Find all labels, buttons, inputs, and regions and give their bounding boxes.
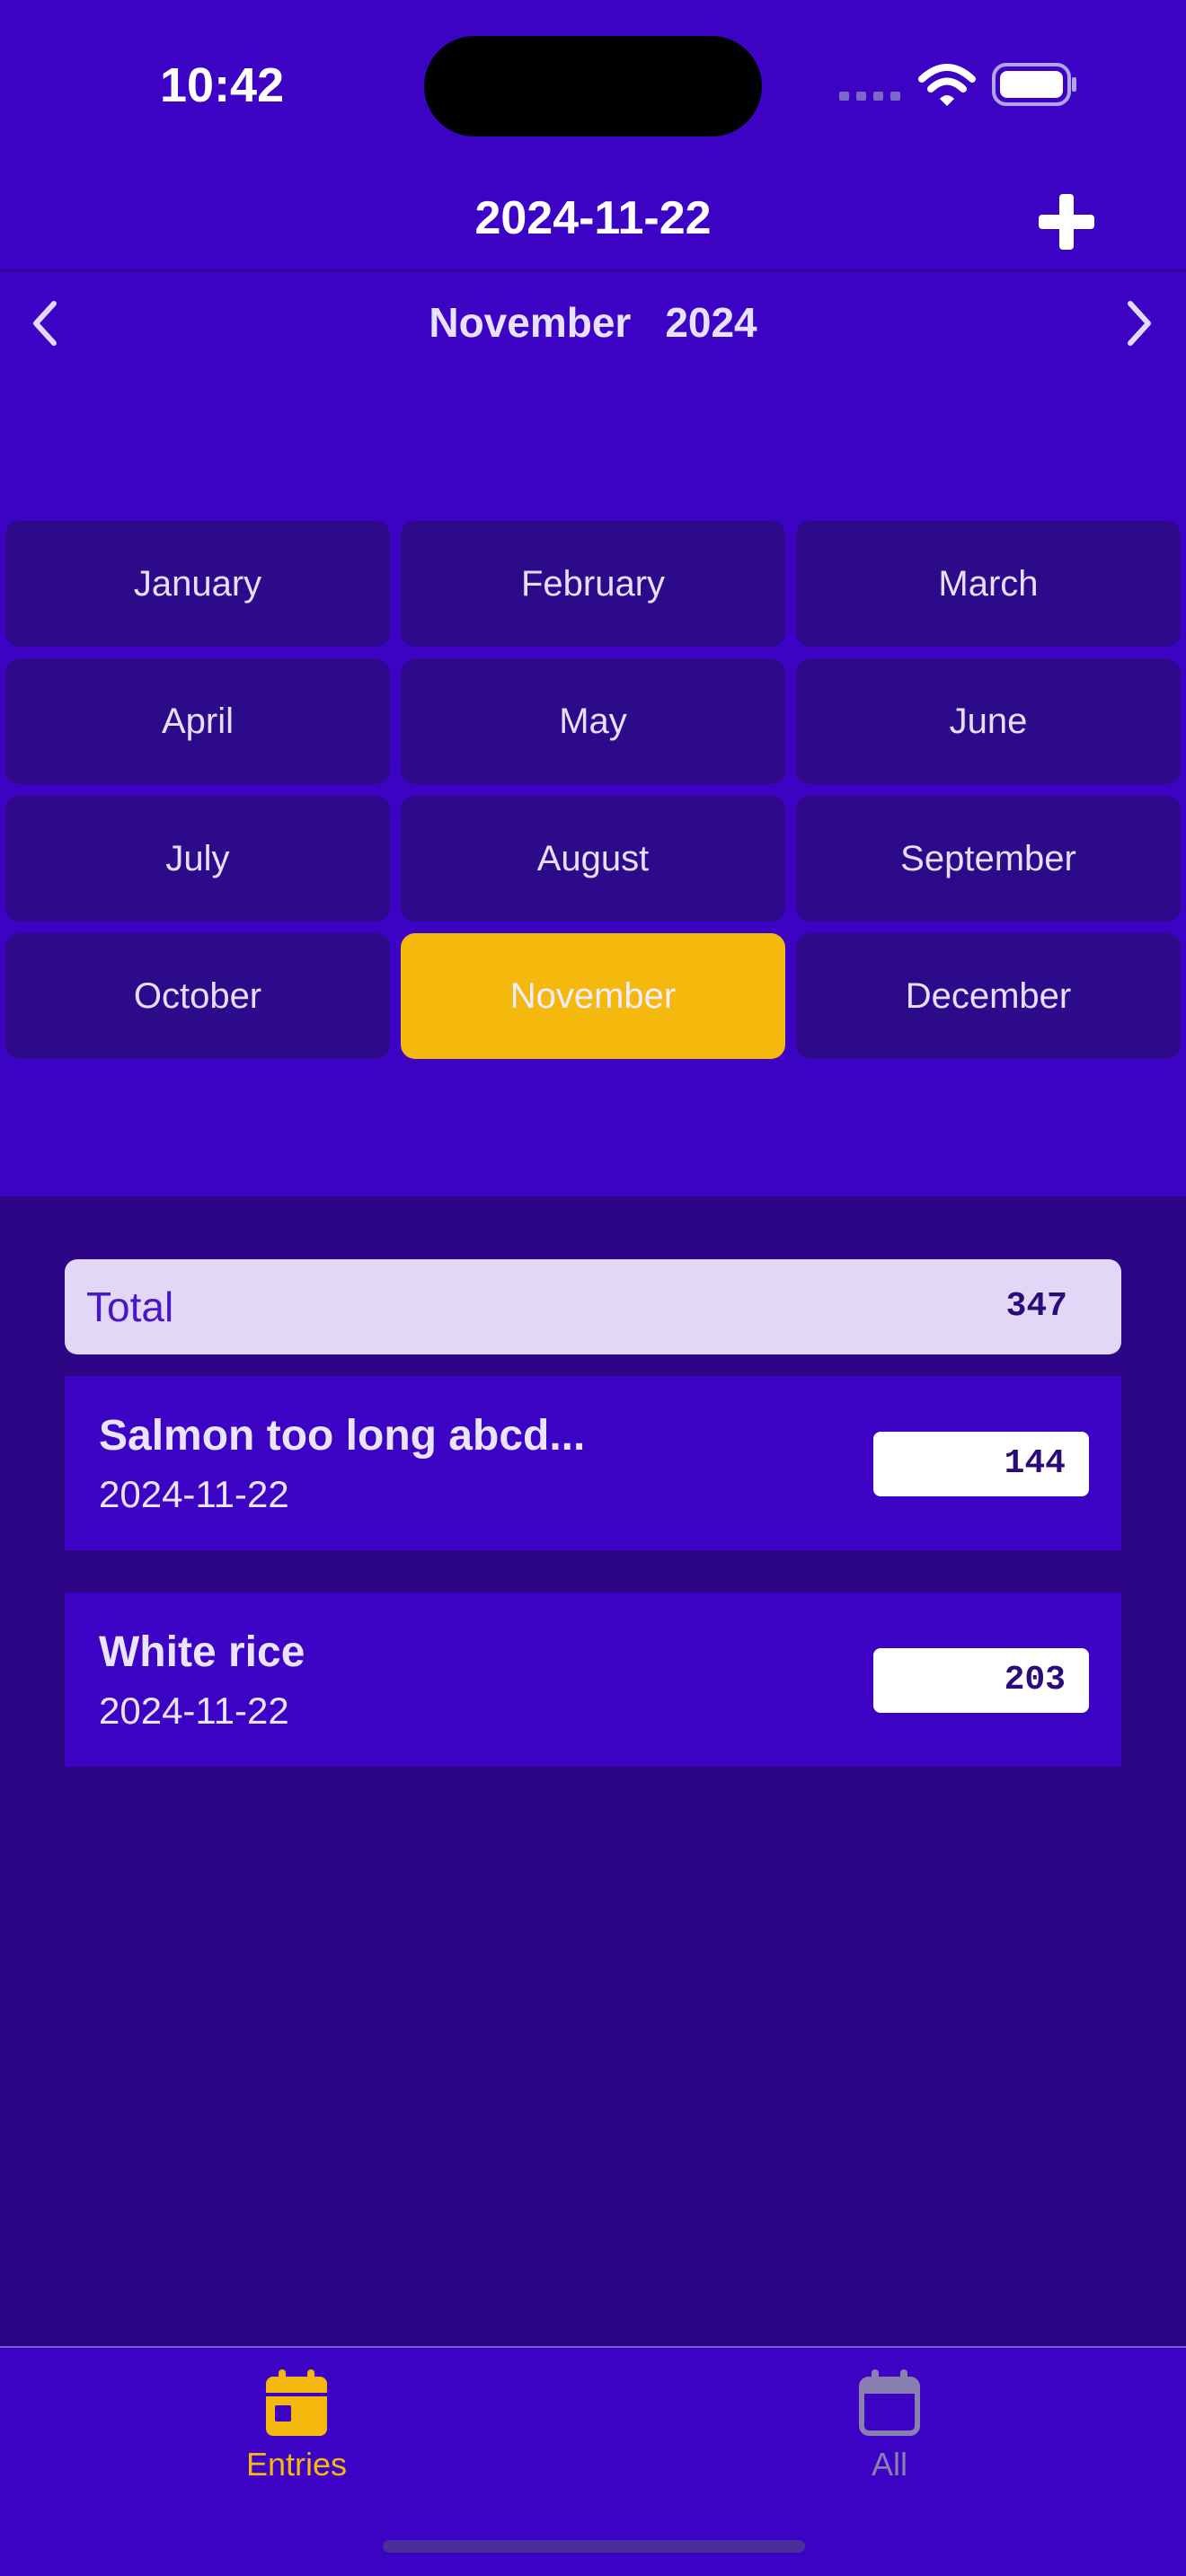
tab-all[interactable]: All [710,2348,1069,2501]
page-title: 2024-11-22 [474,192,712,244]
entry-row[interactable]: White rice 2024-11-22 203 [65,1592,1121,1767]
month-button-may[interactable]: May [401,658,785,784]
month-button-february[interactable]: February [401,521,785,647]
wifi-icon [918,64,976,106]
tab-label-all: All [871,2446,907,2483]
chevron-right-icon[interactable] [1120,296,1159,350]
entry-value-field[interactable]: 203 [873,1648,1089,1713]
chevron-left-icon[interactable] [25,296,65,350]
month-button-december[interactable]: December [796,933,1181,1059]
cellular-signal-icon [839,92,900,101]
entry-row[interactable]: Salmon too long abcd... 2024-11-22 144 [65,1376,1121,1550]
calendar-icon [266,2369,327,2436]
calendar-outline-icon [859,2369,920,2436]
entry-name: Salmon too long abcd... [99,1412,586,1460]
current-year: 2024 [665,299,757,346]
entry-date: 2024-11-22 [99,1473,289,1515]
month-button-march[interactable]: March [796,521,1181,647]
tab-label-entries: Entries [245,2446,348,2483]
entry-value-field[interactable]: 144 [873,1432,1089,1496]
current-month: November [429,299,632,346]
dynamic-island [424,36,762,137]
home-indicator [383,2540,805,2553]
month-grid: January February March April May June Ju… [5,521,1181,1060]
battery-icon [992,63,1076,106]
tab-entries[interactable]: Entries [117,2348,476,2501]
month-button-october[interactable]: October [5,933,390,1059]
month-button-april[interactable]: April [5,658,390,784]
total-label: Total [86,1284,174,1330]
month-year-label: November 2024 [323,293,863,352]
month-button-september[interactable]: September [796,796,1181,922]
entry-date: 2024-11-22 [99,1689,289,1732]
header-divider [0,269,1186,271]
total-row: Total 347 [65,1259,1121,1354]
month-button-july[interactable]: July [5,796,390,922]
add-icon[interactable] [1033,189,1100,255]
entry-name: White rice [99,1628,305,1676]
month-button-june[interactable]: June [796,658,1181,784]
month-button-november[interactable]: November [401,933,785,1059]
total-value: 347 [1005,1287,1067,1326]
status-time: 10:42 [160,58,285,112]
month-button-january[interactable]: January [5,521,390,647]
month-button-august[interactable]: August [401,796,785,922]
